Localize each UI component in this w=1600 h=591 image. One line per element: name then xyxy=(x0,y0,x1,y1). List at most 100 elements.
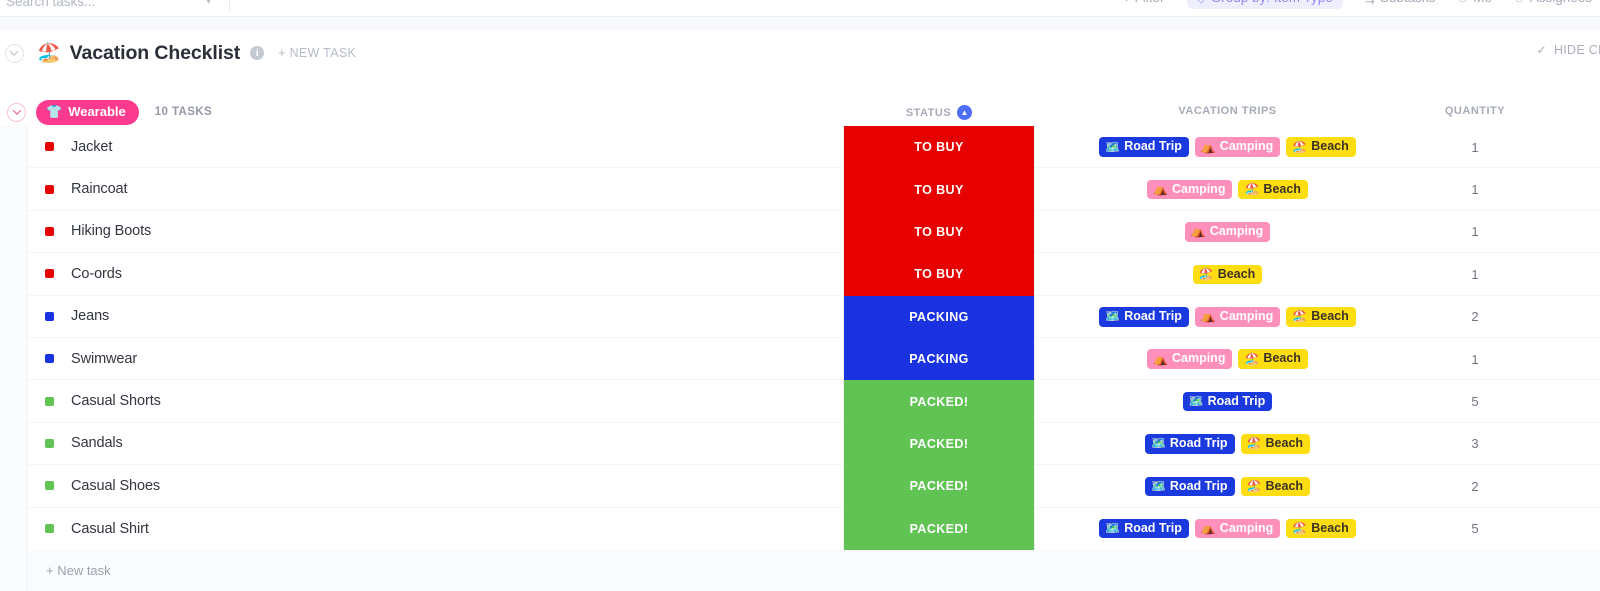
trip-tag[interactable]: 🏖️ Beach xyxy=(1240,434,1311,454)
task-name-label[interactable]: Raincoat xyxy=(71,181,128,197)
trip-tag[interactable]: 🗺️ Road Trip xyxy=(1144,434,1235,454)
list-collapse-toggle[interactable] xyxy=(4,43,24,63)
trip-tag[interactable]: 🗺️ Road Trip xyxy=(1182,391,1273,412)
column-header-vacation-trips[interactable]: VACATION TRIPS xyxy=(1035,105,1420,117)
vacation-trips-cell[interactable]: 🗺️ Road Trip ⛺ Camping 🏖️ Beach xyxy=(1035,508,1420,550)
quantity-cell[interactable]: 2 xyxy=(1420,465,1530,507)
trip-tag[interactable]: ⛺ Camping xyxy=(1194,518,1281,539)
column-header-quantity[interactable]: QUANTITY xyxy=(1420,105,1530,117)
toolbar-item-me[interactable]: ☉ Me xyxy=(1457,0,1492,5)
task-name-label[interactable]: Jeans xyxy=(71,308,109,324)
status-indicator-square[interactable] xyxy=(45,438,54,448)
trip-tag-icon: 🏖️ xyxy=(1198,266,1214,281)
column-header-status[interactable]: STATUS ▲ xyxy=(843,105,1035,120)
group-collapse-toggle[interactable] xyxy=(7,102,26,122)
status-indicator-square[interactable] xyxy=(45,311,54,321)
trip-tag[interactable]: ⛺ Camping xyxy=(1147,349,1233,369)
trip-tag-label: Road Trip xyxy=(1124,309,1182,323)
toolbar-item-subtasks[interactable]: ⇶ Subtasks xyxy=(1365,0,1436,5)
status-indicator-square[interactable] xyxy=(45,142,54,152)
check-icon: ✓ xyxy=(1536,43,1547,57)
vacation-trips-cell[interactable]: 🗺️ Road Trip ⛺ Camping 🏖️ Beach xyxy=(1035,296,1420,338)
status-indicator-square[interactable] xyxy=(45,354,54,364)
quantity-column: 1111215325 xyxy=(1420,126,1530,550)
status-indicator-square[interactable] xyxy=(45,396,54,406)
vacation-trips-cell[interactable]: ⛺ Camping xyxy=(1035,211,1420,253)
task-name-label[interactable]: Swimwear xyxy=(71,351,137,367)
status-badge[interactable]: PACKING xyxy=(844,338,1034,380)
task-name-label[interactable]: Casual Shirt xyxy=(71,521,149,537)
status-badge[interactable]: PACKED! xyxy=(844,508,1034,550)
trip-tag[interactable]: 🏖️ Beach xyxy=(1238,179,1308,200)
vacation-trips-cell[interactable]: ⛺ Camping 🏖️ Beach xyxy=(1035,168,1420,210)
status-indicator-square[interactable] xyxy=(45,184,54,194)
status-badge[interactable]: TO BUY xyxy=(844,126,1034,168)
status-column: TO BUY TO BUY TO BUY TO BUY PACKING PACKING PA… xyxy=(843,126,1035,550)
trip-tag[interactable]: 🏖️ Beach xyxy=(1240,476,1311,497)
status-badge[interactable]: PACKED! xyxy=(844,380,1034,422)
status-indicator-square[interactable] xyxy=(45,226,54,236)
toolbar-item-assignees[interactable]: ☉ Assignees xyxy=(1514,0,1592,5)
quantity-cell[interactable]: 3 xyxy=(1420,423,1530,465)
trip-tag[interactable]: ⛺ Camping xyxy=(1194,137,1281,157)
status-badge[interactable]: PACKING xyxy=(844,296,1034,338)
task-name-label[interactable]: Co-ords xyxy=(71,266,122,282)
status-indicator-square[interactable] xyxy=(45,269,54,279)
group-badge-wearable[interactable]: 👕 Wearable xyxy=(36,99,139,125)
trip-tag-icon: 🗺️ xyxy=(1105,139,1121,154)
trip-tag-label: Camping xyxy=(1209,224,1264,239)
status-badge[interactable]: TO BUY xyxy=(844,168,1034,210)
status-badge[interactable]: TO BUY xyxy=(844,253,1034,295)
trip-tag[interactable]: 🏖️ Beach xyxy=(1286,137,1356,157)
info-icon[interactable]: i xyxy=(250,46,265,60)
trip-tag[interactable]: 🗺️ Road Trip xyxy=(1144,476,1235,497)
status-badge[interactable]: PACKED! xyxy=(844,465,1034,507)
quantity-cell[interactable]: 1 xyxy=(1420,168,1530,210)
top-toolbar: Search tasks... ▾ ▾ Filter ◇ Group by: I… xyxy=(0,0,1600,16)
quantity-cell[interactable]: 1 xyxy=(1420,338,1530,380)
trip-tag[interactable]: 🏖️ Beach xyxy=(1286,307,1356,327)
quantity-cell[interactable]: 2 xyxy=(1420,296,1530,338)
trip-tag-label: Beach xyxy=(1263,181,1301,196)
quantity-cell[interactable]: 1 xyxy=(1420,126,1530,168)
trip-tag[interactable]: 🗺️ Road Trip xyxy=(1099,518,1189,539)
task-name-label[interactable]: Jacket xyxy=(71,139,112,155)
vacation-trips-cell[interactable]: ⛺ Camping 🏖️ Beach xyxy=(1035,338,1420,380)
table-footer: + New task xyxy=(0,550,1600,591)
new-task-button[interactable]: + NEW TASK xyxy=(278,46,356,60)
search-input[interactable]: Search tasks... xyxy=(0,0,200,9)
toolbar-item-group-by[interactable]: ◇ Group by: Item Type xyxy=(1186,0,1343,9)
trip-tag-label: Beach xyxy=(1311,139,1349,154)
status-badge[interactable]: TO BUY xyxy=(844,211,1034,253)
task-name-label[interactable]: Casual Shorts xyxy=(71,393,161,409)
quantity-cell[interactable]: 1 xyxy=(1420,253,1530,295)
trip-tag[interactable]: 🗺️ Road Trip xyxy=(1099,307,1189,327)
vacation-trips-cell[interactable]: 🗺️ Road Trip 🏖️ Beach xyxy=(1035,465,1420,507)
task-name-label[interactable]: Casual Shoes xyxy=(71,478,160,494)
task-name-label[interactable]: Hiking Boots xyxy=(71,223,151,239)
status-indicator-square[interactable] xyxy=(45,524,54,534)
status-indicator-square[interactable] xyxy=(45,481,54,491)
status-badge[interactable]: PACKED! xyxy=(844,423,1034,465)
sort-ascending-icon[interactable]: ▲ xyxy=(957,105,973,120)
vacation-trips-cell[interactable]: 🗺️ Road Trip ⛺ Camping 🏖️ Beach xyxy=(1035,126,1420,168)
trip-tag[interactable]: ⛺ Camping xyxy=(1147,179,1233,200)
trip-tag[interactable]: 🏖️ Beach xyxy=(1238,349,1308,369)
vacation-trips-cell[interactable]: 🗺️ Road Trip 🏖️ Beach xyxy=(1035,423,1420,465)
new-task-button-bottom[interactable]: + New task xyxy=(46,563,111,578)
hide-closed-toggle[interactable]: ✓ HIDE CLOSED xyxy=(1537,43,1600,57)
task-name-label[interactable]: Sandals xyxy=(71,435,123,451)
trip-tag[interactable]: ⛺ Camping xyxy=(1184,222,1271,242)
quantity-cell[interactable]: 5 xyxy=(1420,508,1530,550)
trip-tag[interactable]: ⛺ Camping xyxy=(1194,307,1281,327)
quantity-cell[interactable]: 1 xyxy=(1420,211,1530,253)
toolbar-item-filter[interactable]: ▾ Filter xyxy=(1123,0,1164,5)
trip-tag[interactable]: 🏖️ Beach xyxy=(1192,264,1263,285)
quantity-cell[interactable]: 5 xyxy=(1420,380,1530,422)
trip-tag-icon: 🗺️ xyxy=(1105,309,1121,324)
trip-tag[interactable]: 🏖️ Beach xyxy=(1286,518,1356,539)
vacation-trips-cell[interactable]: 🗺️ Road Trip xyxy=(1035,380,1420,422)
vacation-trips-cell[interactable]: 🏖️ Beach xyxy=(1035,253,1420,295)
trip-tag[interactable]: 🗺️ Road Trip xyxy=(1099,137,1189,157)
chevron-down-icon[interactable]: ▾ xyxy=(206,0,211,7)
